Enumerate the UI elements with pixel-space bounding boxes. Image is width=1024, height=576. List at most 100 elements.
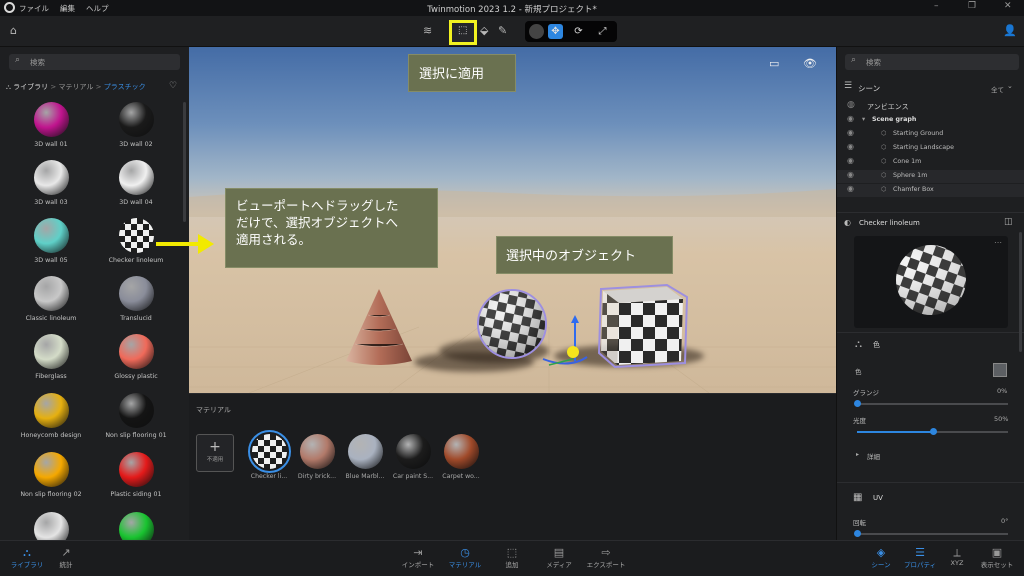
user-icon[interactable]: 👤 [1003, 24, 1017, 37]
material-library-item[interactable]: Non slip flooring 02 [11, 452, 91, 498]
color-swatch[interactable] [993, 363, 1007, 377]
material-slot-thumbnail [395, 434, 431, 469]
rotate-icon[interactable]: ⟳ [571, 24, 586, 39]
tree-item-label: Sphere 1m [893, 172, 928, 179]
eye-icon[interactable]: ◉ [847, 142, 854, 151]
nav-media-icon: ▤ [553, 546, 565, 559]
material-slot[interactable]: Car paint S... [391, 434, 435, 480]
glossiness-slider[interactable] [854, 400, 1008, 407]
bottom-navigation-bar: ⛬ ライブラリ ↗ 統計 ⇥ インポート ◷ マテリアル ⬚ 追加 ▤ メディア ⇨ エクスポート ◈ シーン… [0, 540, 1024, 576]
eye-icon[interactable]: ◉ [847, 170, 854, 179]
material-library-item[interactable]: Honeycomb design [11, 393, 91, 439]
tree-item[interactable]: ◉ ⬡ Starting Landscape [837, 142, 1024, 155]
transform-gizmo[interactable] [539, 315, 589, 371]
material-slot[interactable]: Carpet wo... [439, 434, 483, 480]
eye-icon[interactable]: ◉ [847, 184, 854, 193]
home-icon[interactable]: ⌂ [10, 24, 17, 37]
nav-export[interactable]: ⇨ エクスポート [581, 546, 631, 569]
breadcrumb-material[interactable]: マテリアル [58, 83, 93, 91]
move-icon[interactable]: ✥ [548, 24, 563, 39]
material-library-item[interactable]: Fiberglass [11, 334, 91, 380]
object-icon: ⬡ [881, 186, 887, 193]
callout-drag-to-viewport: ビューポートへドラッグした だけで、選択オブジェクトへ 適用される。 [225, 188, 438, 268]
material-slot-name: Blue Marbl... [345, 473, 385, 480]
list-icon: ☰ [844, 81, 853, 91]
tree-item-scene-graph[interactable]: ◉ ▾ Scene graph [837, 114, 1024, 127]
checker-box[interactable] [595, 279, 691, 371]
selection-apply-icon: ⬚ [458, 25, 468, 36]
scene-search-input[interactable]: ⌕ 検索 [845, 54, 1019, 70]
object-icon: ⬡ [881, 158, 887, 165]
yellow-arrow-annotation [156, 234, 214, 254]
eyedropper-icon[interactable]: ✎ [498, 24, 507, 37]
panel-toggle-icon[interactable]: ◫ [1004, 217, 1013, 227]
eye-icon[interactable]: ◉ [847, 156, 854, 165]
chevron-down-icon[interactable]: ⌄ [1007, 82, 1013, 90]
tree-item[interactable]: ◉ ⬡ Sphere 1m [837, 170, 1024, 183]
color-label: 色 [855, 368, 862, 376]
material-library-item[interactable]: 3D wall 02 [96, 102, 176, 148]
breadcrumb-library[interactable]: ライブラリ [13, 83, 48, 91]
3d-viewport[interactable]: ▭ 👁 選択に適用 ビューポートへドラッグした だけで、選択オブジェクトへ 適用… [189, 47, 836, 393]
paint-bucket-icon[interactable]: ⬙ [480, 24, 488, 37]
material-library-item[interactable]: 3D wall 03 [11, 160, 91, 206]
nav-scene-label: シーン [871, 561, 891, 569]
layers-icon[interactable]: ≋ [423, 24, 432, 37]
rotation-slider-knob[interactable] [854, 530, 861, 537]
glossiness-slider-knob[interactable] [854, 400, 861, 407]
brightness-slider[interactable] [857, 428, 1008, 435]
nav-statistics[interactable]: ↗ 統計 [41, 546, 91, 569]
tree-item[interactable]: ◉ ⬡ Cone 1m [837, 156, 1024, 169]
nav-media[interactable]: ▤ メディア [534, 546, 584, 569]
apply-to-selection-button[interactable]: ⬚ [449, 20, 477, 45]
details-toggle[interactable]: 詳細 [867, 451, 880, 461]
close-icon[interactable]: ✕ [1004, 1, 1012, 11]
favorite-heart-icon[interactable]: ♡ [169, 81, 177, 91]
material-library-item[interactable]: 3D wall 01 [11, 102, 91, 148]
breadcrumb-plastic[interactable]: プラスチック [104, 83, 146, 91]
nav-display-set[interactable]: ▣ 表示セット [972, 546, 1022, 569]
rotation-label: 回転 [853, 519, 866, 527]
checker-sphere[interactable] [476, 287, 548, 361]
pivot-icon[interactable] [529, 24, 544, 39]
material-library-item[interactable]: Classic linoleum [11, 276, 91, 322]
eye-icon[interactable]: 👁 [803, 57, 817, 70]
material-library-item[interactable]: Glossy plastic [96, 334, 176, 380]
library-scrollbar[interactable] [183, 102, 186, 222]
tree-item[interactable]: ◉ ⬡ Chamfer Box [837, 184, 1024, 197]
material-library-item[interactable]: 3D wall 05 [11, 218, 91, 264]
expand-caret-icon[interactable]: ▸ [856, 451, 859, 458]
eye-icon[interactable]: ◉ [847, 114, 854, 123]
restore-icon[interactable]: ❐ [968, 1, 976, 11]
nav-add-label: 追加 [505, 561, 519, 569]
scale-icon[interactable]: ⤢ [595, 24, 610, 39]
material-slot[interactable]: Dirty brick... [295, 434, 339, 480]
material-preview[interactable]: ⋯ [854, 236, 1008, 328]
scene-filter-dropdown[interactable]: 全て [991, 84, 1004, 94]
viewport-layout-icon[interactable]: ▭ [769, 57, 779, 70]
tree-item[interactable]: ◉ ⬡ Starting Ground [837, 128, 1024, 141]
minimize-icon[interactable]: – [934, 1, 939, 11]
nav-add[interactable]: ⬚ 追加 [487, 546, 537, 569]
add-material-button[interactable]: + 不適用 [196, 434, 234, 472]
properties-scrollbar[interactable] [1019, 232, 1022, 352]
material-library-item[interactable]: Plastic siding 01 [96, 452, 176, 498]
material-name: Glossy plastic [114, 373, 158, 380]
material-slot[interactable]: Checker li... [247, 430, 291, 480]
expand-caret-icon[interactable]: ▾ [862, 116, 865, 123]
material-library-item[interactable]: 3D wall 04 [96, 160, 176, 206]
brick-cone[interactable] [344, 287, 414, 367]
tree-item-ambience[interactable]: ◍ アンビエンス [837, 100, 1024, 113]
eye-icon[interactable]: ◉ [847, 128, 854, 137]
material-thumbnail [33, 160, 69, 195]
nav-material[interactable]: ◷ マテリアル [440, 546, 490, 569]
material-library-item[interactable]: Non slip flooring 01 [96, 393, 176, 439]
library-search-input[interactable]: ⌕ 検索 [9, 54, 180, 70]
rotation-slider[interactable] [854, 530, 1008, 537]
nav-import[interactable]: ⇥ インポート [393, 546, 443, 569]
more-options-icon[interactable]: ⋯ [994, 238, 1002, 247]
brightness-slider-knob[interactable] [929, 428, 937, 435]
material-slot[interactable]: Blue Marbl... [343, 434, 387, 480]
uv-title: UV [873, 494, 883, 502]
material-library-item[interactable]: Translucid [96, 276, 176, 322]
